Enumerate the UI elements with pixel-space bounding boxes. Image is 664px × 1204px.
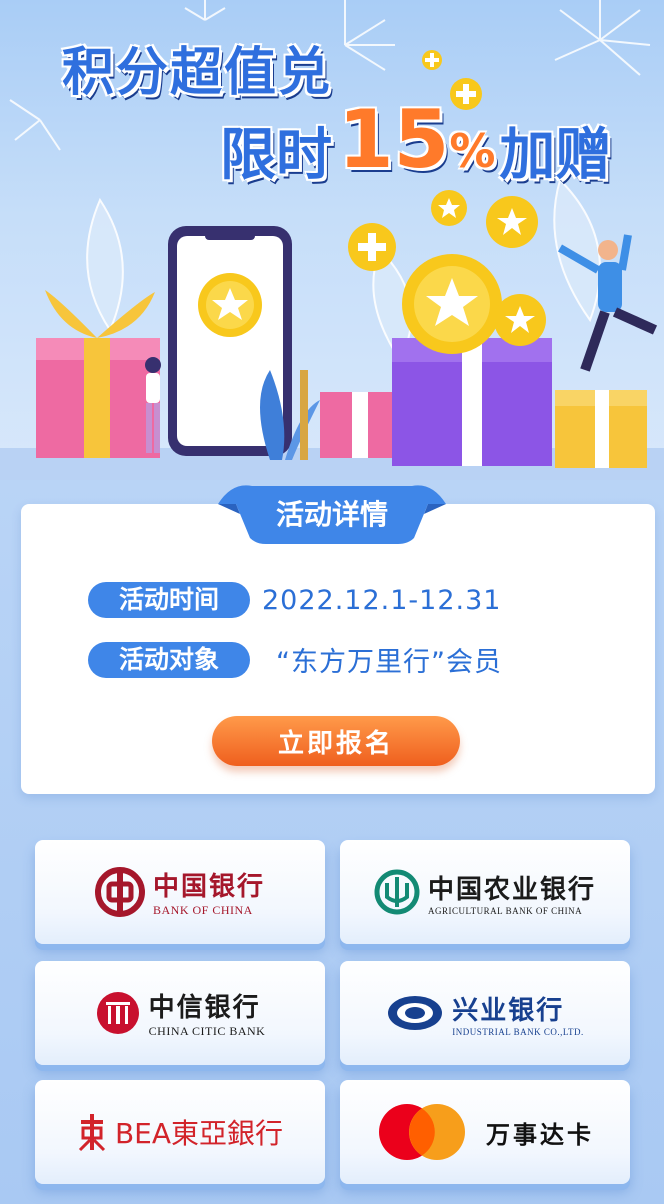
bea-name: BEA東亞銀行 bbox=[114, 1117, 284, 1150]
activity-audience-value: “东方万里行”会员 bbox=[276, 647, 502, 678]
activity-audience-label: 活动对象 bbox=[88, 641, 250, 678]
bank-tile-citic[interactable]: 中信银行 CHINA CITIC BANK bbox=[35, 961, 325, 1065]
activity-time-label: 活动时间 bbox=[88, 582, 250, 618]
cib-logo-icon bbox=[388, 996, 443, 1030]
bank-tile-mastercard[interactable]: 万事达卡 bbox=[340, 1080, 630, 1184]
abc-name-cn: 中国农业银行 bbox=[427, 874, 596, 905]
banner-title-percent: 15% bbox=[338, 100, 495, 191]
bea-logo-icon bbox=[78, 1114, 106, 1152]
banner-title-prefix: 限时 bbox=[220, 123, 332, 188]
cib-name-en: INDUSTRIAL BANK CO.,LTD. bbox=[452, 1026, 584, 1037]
bank-tile-cib[interactable]: 兴业银行 INDUSTRIAL BANK CO.,LTD. bbox=[340, 961, 630, 1065]
abc-name-en: AGRICULTURAL BANK OF CHINA bbox=[427, 905, 583, 916]
activity-details-tab: 活动详情 bbox=[218, 480, 446, 546]
banner-title-line1: 积分超值兑 bbox=[62, 43, 333, 103]
banner-title-number: 15 bbox=[338, 93, 450, 186]
signup-button[interactable]: 立即报名 bbox=[212, 716, 460, 766]
mastercard-name: 万事达卡 bbox=[486, 1120, 594, 1149]
citic-name-en: CHINA CITIC BANK bbox=[148, 1024, 266, 1038]
boc-logo-icon bbox=[94, 867, 145, 917]
bank-tile-bea[interactable]: BEA東亞銀行 bbox=[35, 1080, 325, 1184]
boc-name-en: BANK OF CHINA bbox=[152, 903, 253, 917]
bank-tile-abc[interactable]: 中国农业银行 AGRICULTURAL BANK OF CHINA bbox=[340, 840, 630, 944]
citic-name-cn: 中信银行 bbox=[148, 993, 261, 1023]
cib-name-cn: 兴业银行 bbox=[452, 995, 565, 1026]
activity-audience-row: 活动对象 “东方万里行”会员 bbox=[88, 640, 502, 679]
mastercard-logo-icon bbox=[379, 1104, 465, 1160]
boc-name-cn: 中国银行 bbox=[152, 872, 265, 902]
banner-title-line2: 限时 15% 加赠 bbox=[220, 100, 611, 191]
banner-title-percent-sign: % bbox=[449, 124, 496, 178]
activity-details-title: 活动详情 bbox=[275, 498, 388, 531]
promo-banner: 积分超值兑 限时 15% 加赠 bbox=[0, 0, 664, 480]
bank-tile-boc[interactable]: 中国银行 BANK OF CHINA bbox=[35, 840, 325, 944]
activity-time-row: 活动时间 2022.12.1-12.31 bbox=[88, 582, 501, 618]
abc-logo-icon bbox=[374, 869, 420, 915]
activity-time-value: 2022.12.1-12.31 bbox=[262, 584, 502, 616]
citic-logo-icon bbox=[96, 992, 139, 1034]
banner-title-suffix: 加赠 bbox=[499, 123, 612, 188]
